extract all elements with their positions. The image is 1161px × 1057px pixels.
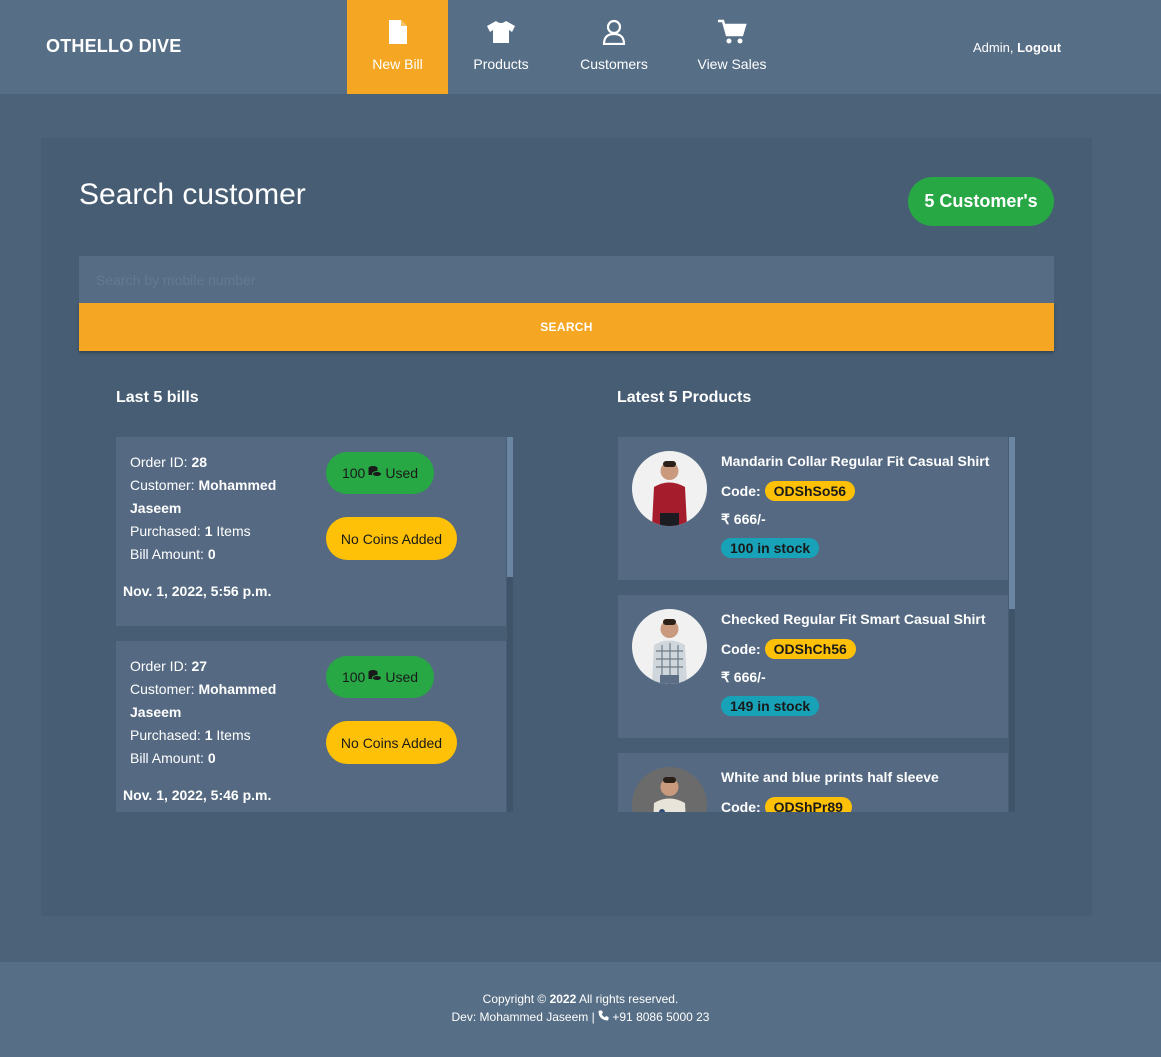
coins-icon	[368, 465, 383, 481]
user-area: Admin, Logout	[973, 40, 1061, 55]
tshirt-icon	[486, 18, 516, 46]
product-card[interactable]: Mandarin Collar Regular Fit Casual Shirt…	[618, 437, 1008, 580]
bills-scroll-thumb[interactable]	[507, 437, 513, 577]
product-price: ₹ 666/-	[721, 669, 766, 685]
coins-icon	[368, 669, 383, 685]
bills-scrollbar[interactable]	[507, 437, 513, 812]
coins-used-badge: 100 Used	[326, 452, 434, 494]
customer-label: Customer:	[130, 477, 195, 493]
bill-card[interactable]: Order ID: 27 Customer: Mohammed Jaseem P…	[116, 641, 506, 812]
nav-products[interactable]: Products	[448, 0, 554, 94]
purchased-label: Purchased:	[130, 727, 201, 743]
bill-date: Nov. 1, 2022, 5:46 p.m.	[123, 787, 272, 803]
nav-view-sales-label: View Sales	[697, 56, 767, 72]
order-id-value: 27	[191, 658, 208, 674]
stock-badge: 149 in stock	[721, 696, 820, 716]
brand-logo[interactable]: OTHELLO DIVE	[46, 36, 181, 57]
nav-view-sales[interactable]: View Sales	[682, 0, 782, 94]
file-icon	[388, 18, 408, 46]
product-code-row: Code: ODShSo56	[721, 481, 856, 501]
order-id-label: Order ID:	[130, 454, 188, 470]
copyright-year: 2022	[549, 992, 577, 1006]
main-panel: Search customer 5 Customer's SEARCH Last…	[41, 138, 1092, 916]
code-label: Code:	[721, 799, 761, 812]
nav-customers-label: Customers	[580, 56, 648, 72]
bill-amount-label: Bill Amount:	[130, 546, 204, 562]
products-list[interactable]: Mandarin Collar Regular Fit Casual Shirt…	[618, 437, 1016, 812]
order-id-label: Order ID:	[130, 658, 188, 674]
purchased-value: 1	[204, 727, 213, 743]
coins-used-value: 100	[341, 669, 366, 685]
coins-used-value: 100	[341, 465, 366, 481]
top-navbar: OTHELLO DIVE New Bill Products Customers…	[0, 0, 1161, 94]
products-scroll-thumb[interactable]	[1009, 437, 1015, 609]
coins-used-suffix: Used	[385, 669, 419, 685]
coins-added-badge: No Coins Added	[326, 517, 457, 560]
customer-count-badge: 5 Customer's	[908, 177, 1054, 226]
product-image	[632, 767, 707, 812]
phone-icon	[598, 1010, 609, 1024]
user-icon	[602, 18, 626, 46]
last-bills-title: Last 5 bills	[116, 389, 199, 406]
developer-line: Dev: Mohammed Jaseem | +91 8086 5000 23	[0, 1010, 1161, 1024]
footer: Copyright © 2022 All rights reserved. De…	[0, 962, 1161, 1057]
product-code-row: Code: ODShPr89	[721, 797, 852, 812]
phone-number[interactable]: +91 8086 5000 23	[612, 1010, 709, 1024]
bill-amount-value: 0	[207, 750, 216, 766]
developer-text: Dev: Mohammed Jaseem |	[451, 1010, 595, 1024]
product-code-badge: ODShSo56	[764, 481, 856, 501]
latest-products-title: Latest 5 Products	[617, 389, 752, 406]
copyright-line: Copyright © 2022 All rights reserved.	[0, 992, 1161, 1006]
search-input[interactable]	[79, 256, 1054, 303]
copyright-rights: All rights reserved.	[578, 992, 679, 1006]
copyright-prefix: Copyright ©	[482, 992, 547, 1006]
bills-list[interactable]: Order ID: 28 Customer: Mohammed Jaseem P…	[116, 437, 514, 812]
page-title: Search customer	[79, 178, 306, 211]
product-code-row: Code: ODShCh56	[721, 639, 856, 659]
bill-date: Nov. 1, 2022, 5:56 p.m.	[123, 583, 272, 599]
product-code-badge: ODShCh56	[764, 639, 856, 659]
bill-info: Order ID: 27 Customer: Mohammed Jaseem P…	[130, 655, 305, 770]
product-price: ₹ 666/-	[721, 511, 766, 527]
search-button[interactable]: SEARCH	[79, 303, 1054, 351]
bill-amount-value: 0	[207, 546, 216, 562]
order-id-value: 28	[191, 454, 208, 470]
logout-link[interactable]: Logout	[1017, 40, 1061, 55]
coins-used-badge: 100 Used	[326, 656, 434, 698]
nav-new-bill[interactable]: New Bill	[347, 0, 448, 94]
product-name: Mandarin Collar Regular Fit Casual Shirt	[721, 453, 990, 469]
nav-products-label: Products	[473, 56, 529, 72]
items-suffix: Items	[216, 523, 251, 539]
bill-info: Order ID: 28 Customer: Mohammed Jaseem P…	[130, 451, 305, 566]
product-image	[632, 609, 707, 684]
customer-label: Customer:	[130, 681, 195, 697]
purchased-label: Purchased:	[130, 523, 201, 539]
products-scrollbar[interactable]	[1009, 437, 1015, 812]
coins-added-badge: No Coins Added	[326, 721, 457, 764]
product-image	[632, 451, 707, 526]
items-suffix: Items	[216, 727, 251, 743]
bill-amount-label: Bill Amount:	[130, 750, 204, 766]
nav-new-bill-label: New Bill	[372, 56, 423, 72]
stock-badge: 100 in stock	[721, 538, 820, 558]
nav-customers[interactable]: Customers	[564, 0, 664, 94]
product-name: Checked Regular Fit Smart Casual Shirt	[721, 611, 986, 627]
product-card[interactable]: White and blue prints half sleeve Code: …	[618, 753, 1008, 812]
purchased-value: 1	[204, 523, 213, 539]
product-code-badge: ODShPr89	[764, 797, 852, 812]
admin-label: Admin,	[973, 40, 1014, 55]
product-name: White and blue prints half sleeve	[721, 769, 939, 785]
coins-used-suffix: Used	[385, 465, 419, 481]
product-card[interactable]: Checked Regular Fit Smart Casual Shirt C…	[618, 595, 1008, 738]
code-label: Code:	[721, 641, 761, 657]
code-label: Code:	[721, 483, 761, 499]
cart-icon	[717, 18, 747, 46]
bill-card[interactable]: Order ID: 28 Customer: Mohammed Jaseem P…	[116, 437, 506, 626]
